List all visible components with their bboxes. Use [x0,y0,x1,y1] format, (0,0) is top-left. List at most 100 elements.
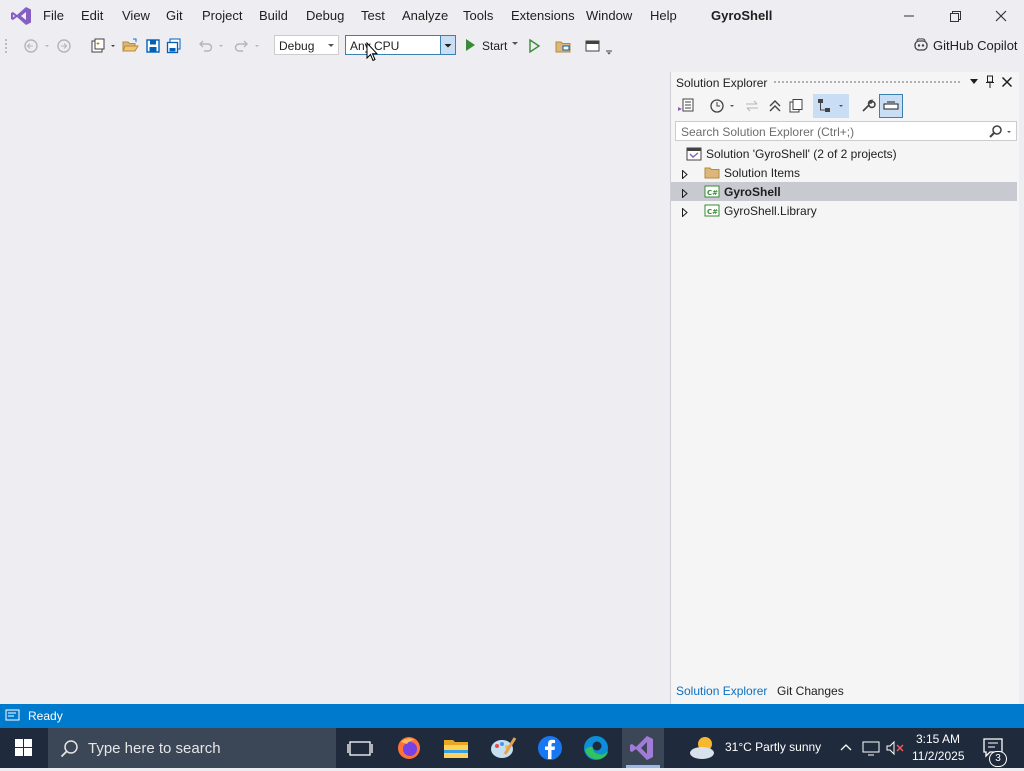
solution-explorer-panel: Solution Explorer Search Solution Explor… [670,72,1019,704]
weather-text[interactable]: 31°C Partly sunny [725,740,821,754]
expand-arrow-icon[interactable] [681,187,689,199]
menu-analyze[interactable]: Analyze [402,8,448,23]
properties-view-toggle[interactable] [813,94,849,118]
panel-title: Solution Explorer [676,76,768,90]
menu-help[interactable]: Help [650,8,677,23]
minimize-button[interactable] [897,6,921,26]
csharp-project-icon: C# [704,185,720,198]
restore-icon [950,11,961,22]
save-icon[interactable] [145,38,163,54]
close-icon [995,10,1007,22]
open-folder-icon[interactable] [122,38,140,54]
new-project-icon[interactable] [90,38,118,54]
navigate-forward-icon[interactable] [55,38,73,54]
firefox-icon[interactable] [389,732,429,764]
redo-icon[interactable] [232,38,262,54]
tab-git-changes[interactable]: Git Changes [777,684,844,698]
taskbar-search-box[interactable]: Type here to search [48,728,336,768]
file-explorer-icon[interactable] [436,732,476,764]
collapse-all-icon[interactable] [767,98,783,114]
sync-with-active-document-icon[interactable] [744,98,760,114]
weather-icon[interactable] [684,732,724,764]
visual-studio-logo-icon[interactable] [10,6,32,26]
menu-git[interactable]: Git [166,8,183,23]
browse-folder-icon[interactable] [555,38,573,54]
status-bar: Ready [0,704,1024,728]
menu-extensions[interactable]: Extensions [511,8,575,23]
start-debugging-button[interactable]: Start [463,35,521,55]
solution-explorer-toolbar [671,94,1019,120]
paint-app-icon[interactable] [483,732,523,764]
switch-views-icon[interactable] [677,98,695,114]
output-status-icon[interactable] [5,709,21,723]
clock-date[interactable]: 11/2/2025 [912,749,965,763]
menu-window[interactable]: Window [586,8,632,23]
search-input[interactable] [679,124,983,140]
github-copilot-button[interactable]: GitHub Copilot [912,36,1024,56]
restore-button[interactable] [943,6,967,26]
show-all-files-icon[interactable] [788,98,804,114]
clock-time[interactable]: 3:15 AM [916,732,960,746]
close-panel-icon[interactable] [1001,76,1013,88]
windows-start-icon[interactable] [15,739,33,757]
tree-item-gyroshell[interactable]: C# GyroShell [671,182,1017,201]
facebook-icon[interactable] [530,732,570,764]
close-window-button[interactable] [989,6,1013,26]
pending-changes-filter-icon[interactable] [709,98,737,114]
menu-edit[interactable]: Edit [81,8,103,23]
solution-name-title: GyroShell [711,8,773,23]
network-icon[interactable] [862,740,880,756]
menu-view[interactable]: View [122,8,150,23]
folder-icon [704,166,720,179]
panel-tabs: Solution Explorer Git Changes [671,676,1019,704]
solution-platform-dropdown[interactable]: Any CPU [345,35,456,55]
chevron-down-icon [511,41,519,47]
expand-arrow-icon[interactable] [681,206,689,218]
solution-root-node[interactable]: Solution 'GyroShell' (2 of 2 projects) [671,144,1017,163]
tree-item-solution-items[interactable]: Solution Items [671,163,1017,182]
task-view-icon[interactable] [340,732,380,764]
tab-solution-explorer[interactable]: Solution Explorer [676,684,767,698]
mouse-cursor-icon [366,42,378,62]
solution-icon [686,147,702,161]
tree-item-label: GyroShell [724,185,781,199]
navigate-back-icon[interactable] [22,38,49,54]
menu-test[interactable]: Test [361,8,385,23]
properties-wrench-icon[interactable] [860,98,876,114]
configuration-value: Debug [279,39,315,53]
visual-studio-taskbar-icon[interactable] [622,728,664,768]
undo-icon[interactable] [197,38,227,54]
volume-muted-icon[interactable] [885,740,905,756]
save-all-icon[interactable] [166,38,184,54]
menu-tools[interactable]: Tools [463,8,493,23]
taskbar-search-placeholder: Type here to search [88,740,221,757]
menu-file[interactable]: File [43,8,64,23]
chevron-down-icon [324,36,338,54]
copilot-icon [912,37,930,53]
menu-project[interactable]: Project [202,8,242,23]
panel-grip[interactable] [773,80,961,85]
solution-explorer-search[interactable] [675,121,1017,141]
search-icon [60,739,80,759]
show-hidden-icons-chevron-icon[interactable] [839,741,853,753]
tree-item-gyroshell-library[interactable]: C# GyroShell.Library [671,201,1017,220]
status-text: Ready [28,709,63,723]
editor-area [0,60,668,704]
toolbar-options-icon[interactable] [584,38,614,55]
panel-options-dropdown-icon[interactable] [969,78,979,86]
pin-icon[interactable] [985,75,995,89]
start-without-debugging-icon[interactable] [526,38,544,54]
expand-arrow-icon[interactable] [681,168,689,180]
edge-browser-icon[interactable] [576,732,616,764]
title-bar: File Edit View Git Project Build Debug T… [0,0,1024,32]
copilot-label: GitHub Copilot [933,38,1018,53]
search-icon[interactable] [988,124,1014,140]
menu-build[interactable]: Build [259,8,288,23]
toolbar-grip-icon [4,38,10,54]
solution-configuration-dropdown[interactable]: Debug [274,35,339,55]
preview-selected-items-toggle[interactable] [879,94,903,118]
solution-root-label: Solution 'GyroShell' (2 of 2 projects) [706,147,897,161]
windows-taskbar: Type here to search 31°C Partly sunny 3:… [0,728,1024,768]
menu-debug[interactable]: Debug [306,8,344,23]
minimize-icon [904,15,914,17]
